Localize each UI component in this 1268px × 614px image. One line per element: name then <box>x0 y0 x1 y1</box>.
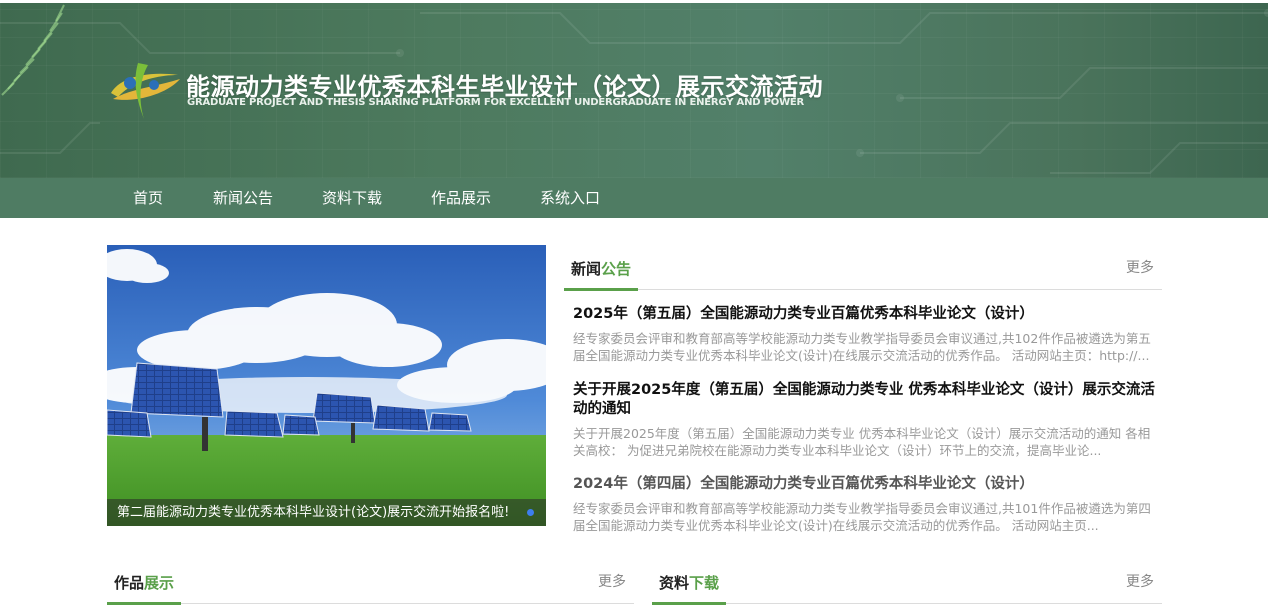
slide-caption-bar: 第二届能源动力类专业优秀本科毕业设计(论文)展示交流开始报名啦! <box>107 499 546 526</box>
downloads-section-title: 资料下载 <box>652 561 727 605</box>
solar-panels-photo <box>107 245 546 526</box>
news-item: 关于开展2025年度（第五届）全国能源动力类专业 优秀本科毕业论文（设计）展示交… <box>573 381 1155 459</box>
nav-item-works[interactable]: 作品展示 <box>431 178 491 218</box>
news-item-title[interactable]: 关于开展2025年度（第五届）全国能源动力类专业 优秀本科毕业论文（设计）展示交… <box>573 381 1155 419</box>
leaf-swirl-logo-icon <box>111 63 180 119</box>
news-more-link[interactable]: 更多 <box>1126 245 1154 291</box>
news-item-title[interactable]: 2025年（第五届）全国能源动力类专业百篇优秀本科毕业论文（设计） <box>573 305 1155 324</box>
works-more-link[interactable]: 更多 <box>598 559 626 605</box>
works-title-part-a: 作品 <box>114 574 145 592</box>
nav-item-system-entry[interactable]: 系统入口 <box>540 178 600 218</box>
slide-indicator-dot[interactable] <box>527 509 534 516</box>
downloads-section-header: 资料下载 更多 <box>652 559 1162 605</box>
news-item: 2025年（第五届）全国能源动力类专业百篇优秀本科毕业论文（设计） 经专家委员会… <box>573 305 1155 364</box>
works-section-header: 作品展示 更多 <box>107 559 634 605</box>
main-nav: 首页 新闻公告 资料下载 作品展示 系统入口 <box>0 178 1268 218</box>
slide-caption[interactable]: 第二届能源动力类专业优秀本科毕业设计(论文)展示交流开始报名啦! <box>117 499 509 526</box>
news-item-desc: 经专家委员会评审和教育部高等学校能源动力类专业教学指导委员会审议通过,共102件… <box>573 331 1151 363</box>
news-section-title: 新闻公告 <box>564 247 639 291</box>
downloads-title-part-a: 资料 <box>659 574 690 592</box>
downloads-title-part-b: 下载 <box>689 574 720 592</box>
news-item-desc: 关于开展2025年度（第五届）全国能源动力类专业 优秀本科毕业论文（设计）展示交… <box>573 426 1151 458</box>
site-subtitle: GRADUATE PROJECT AND THESIS SHARING PLAT… <box>187 97 805 108</box>
news-title-part-a: 新闻 <box>571 260 602 278</box>
downloads-more-link[interactable]: 更多 <box>1126 559 1154 605</box>
news-item-desc: 经专家委员会评审和教育部高等学校能源动力类专业教学指导委员会审议通过,共101件… <box>573 501 1151 533</box>
image-slider[interactable]: 第二届能源动力类专业优秀本科毕业设计(论文)展示交流开始报名啦! <box>107 245 546 526</box>
news-item: 2024年（第四届）全国能源动力类专业百篇优秀本科毕业论文（设计） 经专家委员会… <box>573 475 1155 534</box>
news-section-header: 新闻公告 更多 <box>564 245 1162 291</box>
works-title-part-b: 展示 <box>144 574 175 592</box>
header-banner: 能源动力类专业优秀本科生毕业设计（论文）展示交流活动 GRADUATE PROJ… <box>0 3 1268 178</box>
news-list: 2025年（第五届）全国能源动力类专业百篇优秀本科毕业论文（设计） 经专家委员会… <box>573 305 1155 534</box>
nav-item-home[interactable]: 首页 <box>133 178 163 218</box>
works-section-title: 作品展示 <box>107 561 182 605</box>
nav-item-news[interactable]: 新闻公告 <box>213 178 273 218</box>
nav-item-downloads[interactable]: 资料下载 <box>322 178 382 218</box>
news-title-part-b: 公告 <box>601 260 632 278</box>
news-item-title[interactable]: 2024年（第四届）全国能源动力类专业百篇优秀本科毕业论文（设计） <box>573 475 1155 494</box>
